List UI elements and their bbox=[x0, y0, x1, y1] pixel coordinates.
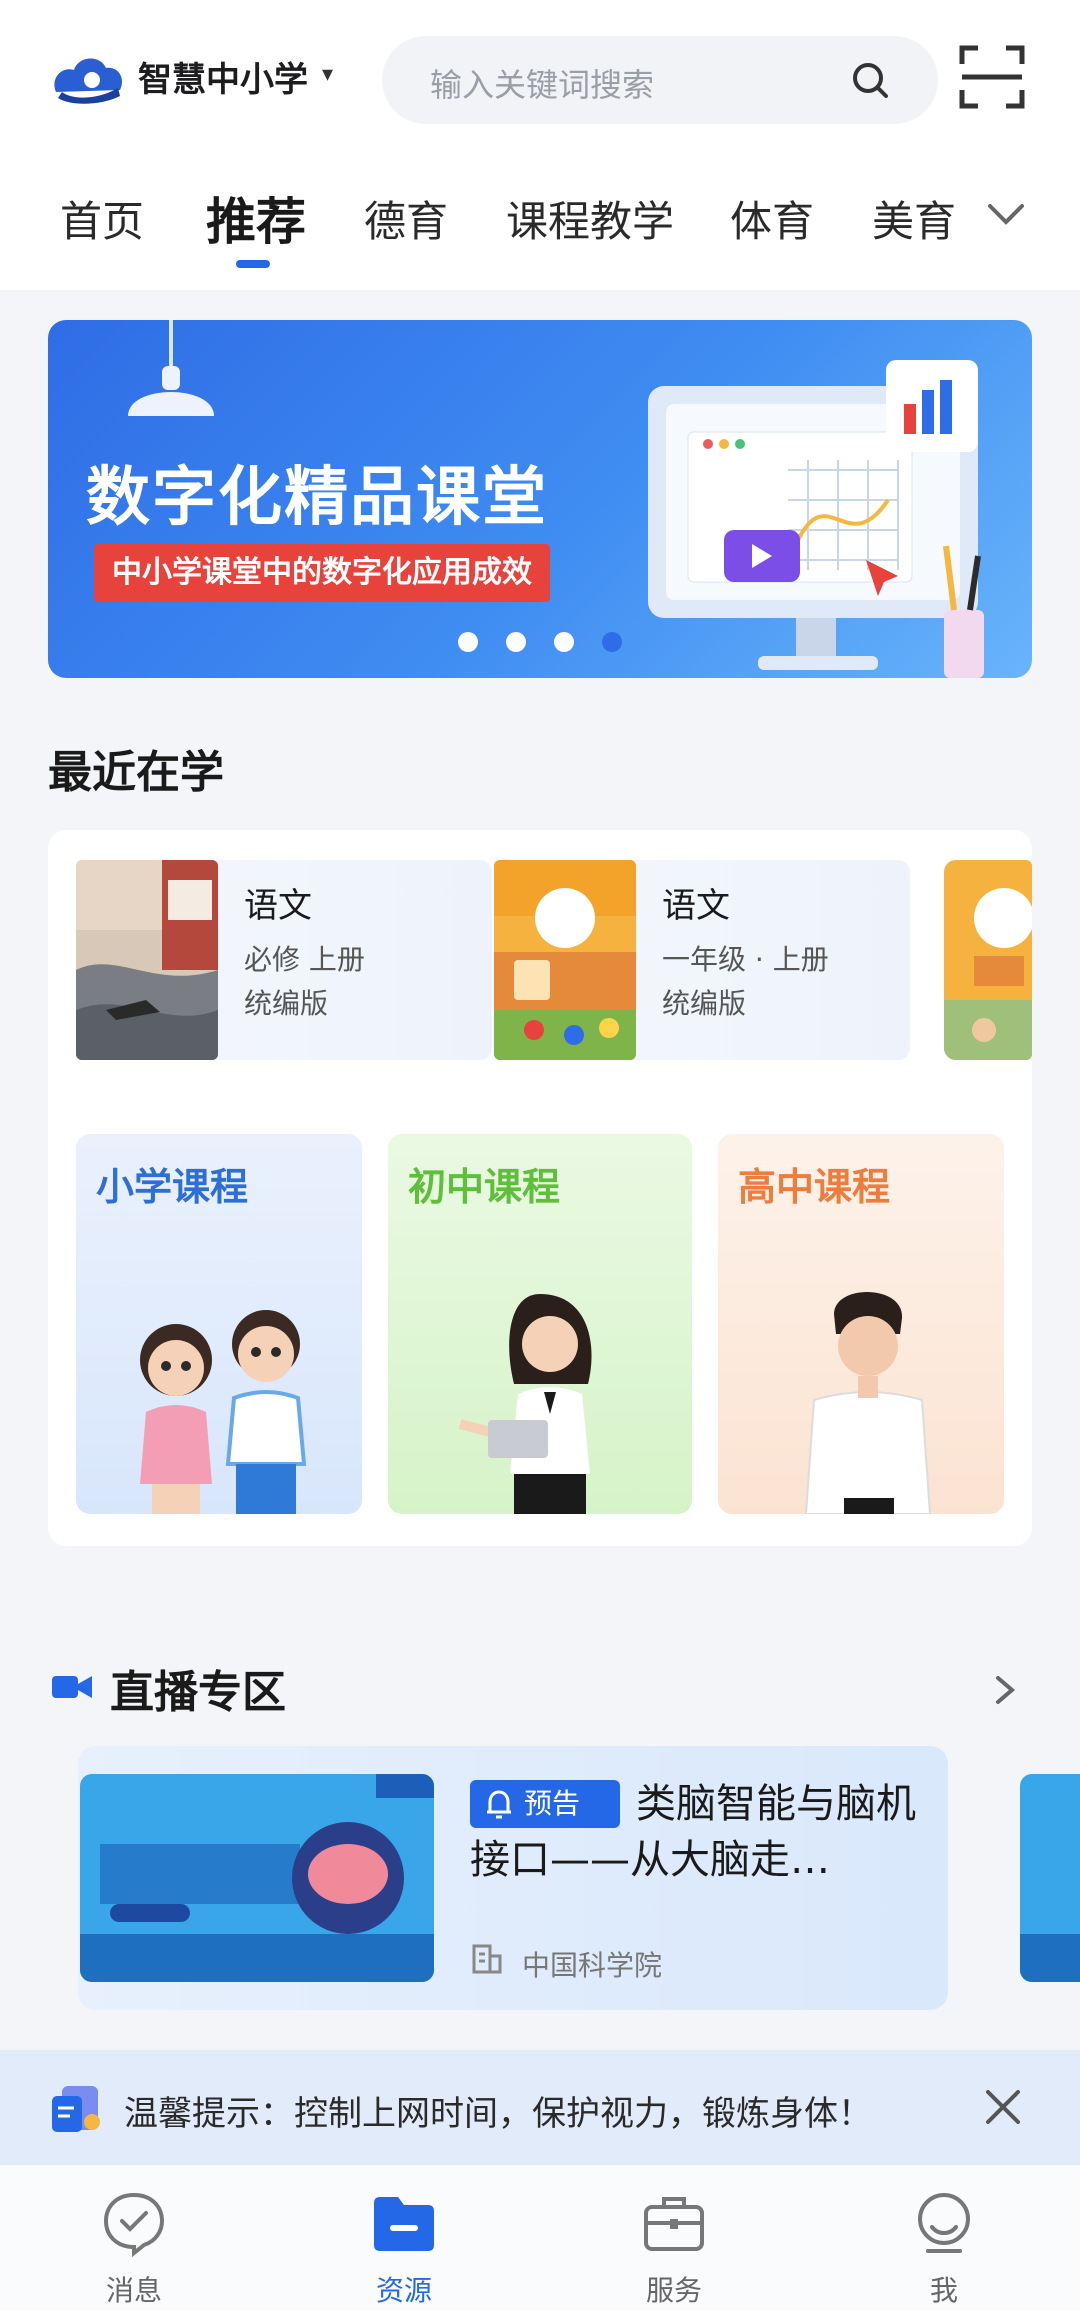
live-card[interactable]: 预告 类脑智能与脑机接口——从大脑走… 中国科学院 bbox=[78, 1746, 948, 2010]
book-item-partial[interactable] bbox=[944, 860, 1032, 1060]
banner-title: 数字化精品课堂 bbox=[86, 461, 548, 535]
book-cover-image bbox=[76, 860, 218, 1060]
nav-label: 服务 bbox=[645, 2274, 702, 2307]
tab-sports[interactable]: 体育 bbox=[730, 188, 814, 249]
search-icon[interactable] bbox=[848, 58, 892, 102]
live-title: 类脑智能与脑机接口——从大脑走… bbox=[470, 1781, 916, 1883]
nav-label: 我 bbox=[929, 2274, 958, 2307]
tab-moral-education[interactable]: 德育 bbox=[364, 188, 448, 249]
tab-course-teaching[interactable]: 课程教学 bbox=[506, 188, 674, 249]
book-cover-image bbox=[494, 860, 636, 1060]
monitor-illustration bbox=[648, 360, 984, 678]
category-tabs: 首页 推荐 德育 课程教学 体育 美育 bbox=[0, 180, 1080, 280]
primary-course-tile[interactable]: 小学课程 bbox=[76, 1134, 362, 1514]
chevron-right-icon[interactable] bbox=[990, 1672, 1020, 1708]
pagination-dot[interactable] bbox=[506, 632, 526, 652]
pagination-dot[interactable] bbox=[554, 632, 574, 652]
search-box[interactable]: 输入关键词搜索 bbox=[382, 36, 938, 124]
book-edition: 统编版 bbox=[244, 987, 329, 1020]
live-organization: 中国科学院 bbox=[522, 1949, 663, 1982]
bottom-nav: 消息 资源 服务 我 bbox=[0, 2164, 1080, 2311]
senior-course-tile[interactable]: 高中课程 bbox=[718, 1134, 1004, 1514]
live-next-thumbnail[interactable] bbox=[1020, 1774, 1080, 1982]
notice-icon bbox=[52, 2086, 100, 2132]
search-placeholder: 输入关键词搜索 bbox=[430, 66, 655, 104]
course-label: 初中课程 bbox=[408, 1165, 561, 1209]
app-name[interactable]: 智慧中小学 bbox=[138, 52, 308, 101]
course-label: 小学课程 bbox=[96, 1165, 249, 1209]
lamp-illustration bbox=[128, 320, 214, 416]
building-icon bbox=[472, 1944, 502, 1974]
book-edition: 统编版 bbox=[662, 987, 747, 1020]
pagination-dot[interactable] bbox=[458, 632, 478, 652]
nav-item-me[interactable]: 我 bbox=[844, 2165, 1044, 2311]
book-cover-image bbox=[944, 860, 1032, 1060]
nav-label: 资源 bbox=[375, 2274, 432, 2307]
chevron-down-icon[interactable] bbox=[982, 190, 1030, 238]
nav-item-resources[interactable]: 资源 bbox=[304, 2165, 504, 2311]
banner-pagination bbox=[458, 632, 638, 652]
message-icon bbox=[103, 2192, 165, 2257]
active-tab-indicator bbox=[236, 260, 270, 268]
top-header: 智慧中小学 ▾ 输入关键词搜索 首页 推荐 德育 课程教学 体育 美育 bbox=[0, 0, 1080, 290]
promo-banner[interactable]: 数字化精品课堂 中小学课堂中的数字化应用成效 bbox=[48, 320, 1032, 678]
logo-icon bbox=[54, 58, 123, 104]
folder-icon bbox=[374, 2197, 434, 2251]
nav-item-services[interactable]: 服务 bbox=[574, 2165, 774, 2311]
app-switch-caret-icon[interactable]: ▾ bbox=[322, 62, 333, 87]
tab-home[interactable]: 首页 bbox=[60, 188, 144, 249]
students-illustration bbox=[140, 1310, 307, 1514]
tab-arts[interactable]: 美育 bbox=[872, 188, 958, 249]
book-title: 语文 bbox=[662, 886, 730, 926]
banner-subtitle: 中小学课堂中的数字化应用成效 bbox=[94, 544, 550, 602]
course-label: 高中课程 bbox=[738, 1165, 891, 1209]
teacher-illustration bbox=[458, 1294, 592, 1514]
video-camera-icon bbox=[52, 1676, 92, 1698]
junior-course-tile[interactable]: 初中课程 bbox=[388, 1134, 692, 1514]
book-item[interactable]: 语文 一年级 · 上册 统编版 bbox=[494, 860, 910, 1060]
tip-text: 温馨提示：控制上网时间，保护视力，锻炼身体！ bbox=[124, 2094, 872, 2134]
senior-student-illustration bbox=[804, 1291, 932, 1514]
scan-icon[interactable] bbox=[958, 44, 1026, 110]
close-icon[interactable] bbox=[982, 2086, 1024, 2128]
live-section-title: 直播专区 bbox=[110, 1667, 286, 1718]
briefcase-icon bbox=[644, 2197, 704, 2251]
book-grade: 必修 上册 bbox=[244, 943, 365, 976]
tab-recommend[interactable]: 推荐 bbox=[206, 182, 306, 254]
recent-section-title: 最近在学 bbox=[48, 747, 224, 798]
nav-label: 消息 bbox=[105, 2274, 162, 2307]
pagination-dot-active[interactable] bbox=[602, 632, 622, 652]
live-thumbnail-image bbox=[80, 1774, 434, 1982]
recent-card: 语文 必修 上册 统编版 语文 一年级 · 上册 统编版 小学课程 初中课程 高… bbox=[48, 830, 1032, 1546]
book-grade: 一年级 · 上册 bbox=[662, 943, 829, 976]
book-item[interactable]: 语文 必修 上册 统编版 bbox=[76, 860, 492, 1060]
book-title: 语文 bbox=[244, 886, 312, 926]
user-icon bbox=[918, 2193, 970, 2253]
nav-item-messages[interactable]: 消息 bbox=[34, 2165, 234, 2311]
tip-bar: 温馨提示：控制上网时间，保护视力，锻炼身体！ bbox=[0, 2050, 1080, 2164]
